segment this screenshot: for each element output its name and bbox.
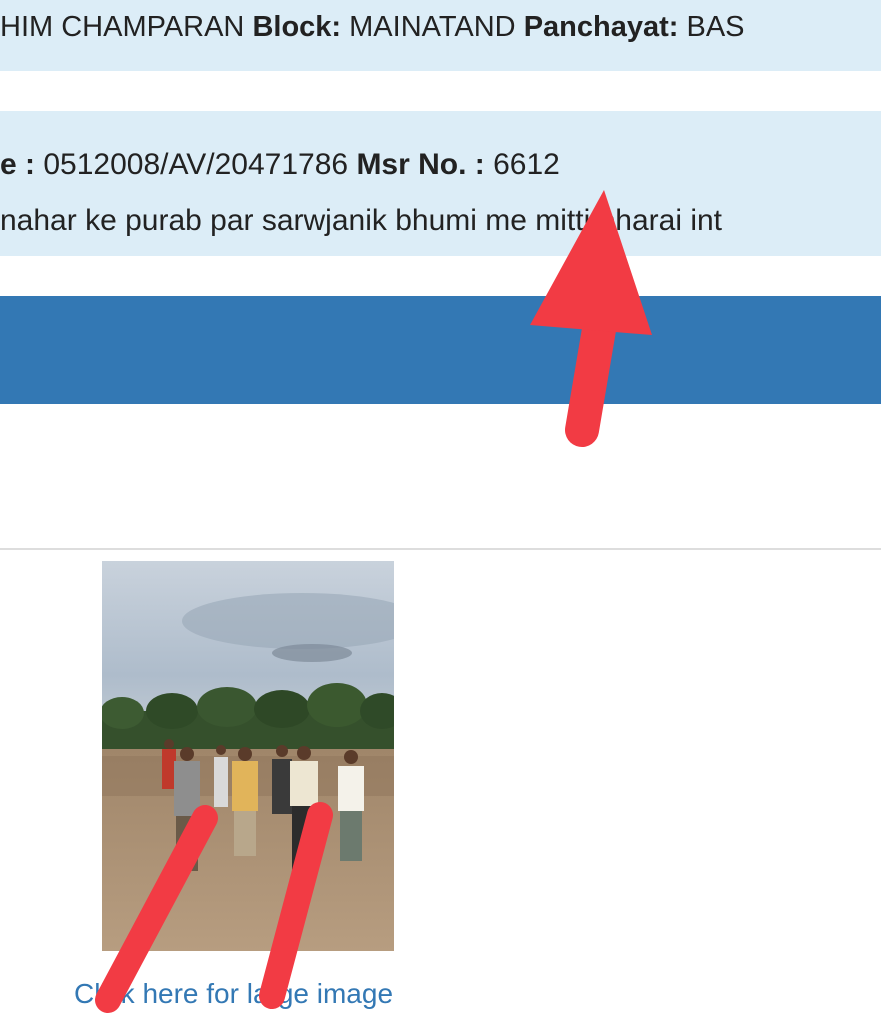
work-code-line: e : 0512008/AV/20471786 Msr No. : 6612 bbox=[0, 137, 881, 193]
panchayat-value: BAS bbox=[686, 11, 745, 43]
work-info-bar: e : 0512008/AV/20471786 Msr No. : 6612 n… bbox=[0, 111, 881, 256]
work-code-value: 0512008/AV/20471786 bbox=[43, 148, 349, 181]
section-divider bbox=[0, 548, 881, 550]
work-code-label: e : bbox=[0, 148, 36, 181]
msr-label: Msr No. : bbox=[356, 148, 485, 181]
site-photo[interactable] bbox=[102, 561, 394, 951]
panchayat-label: Panchayat: bbox=[523, 11, 679, 43]
district-value: HIM CHAMPARAN bbox=[0, 11, 245, 43]
location-info-bar: HIM CHAMPARAN Block: MAINATAND Panchayat… bbox=[0, 0, 881, 71]
work-name: nahar ke purab par sarwjanik bhumi me mi… bbox=[0, 204, 723, 237]
large-image-link[interactable]: Click here for large image bbox=[74, 978, 393, 1010]
msr-value: 6612 bbox=[493, 148, 560, 181]
site-photo-graphic bbox=[102, 561, 394, 951]
block-label: Block: bbox=[252, 11, 342, 43]
block-value: MAINATAND bbox=[349, 11, 516, 43]
section-header-band bbox=[0, 296, 881, 404]
